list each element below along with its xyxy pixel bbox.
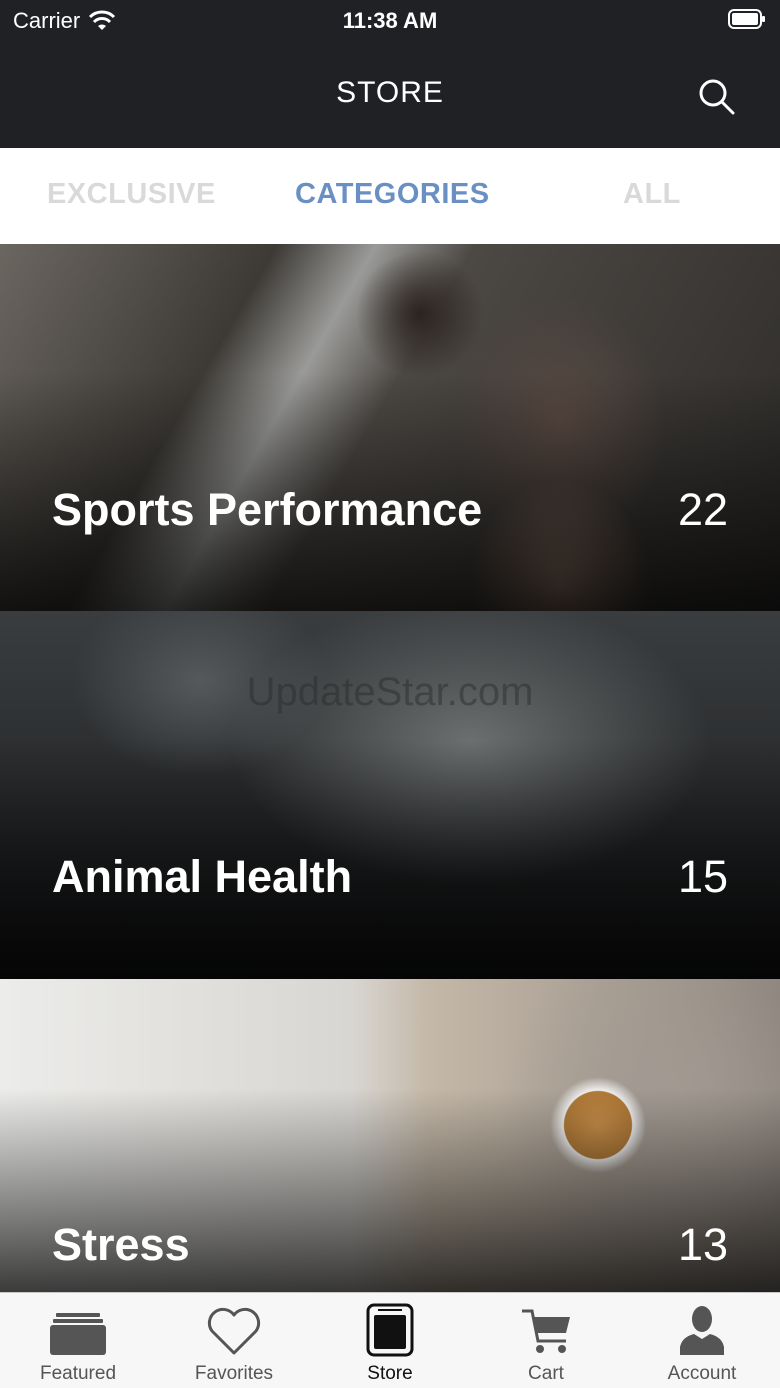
category-card-sports-performance[interactable]: Sports Performance 22 <box>0 244 780 611</box>
status-bar: Carrier 11:38 AM <box>0 0 780 40</box>
tabbar-item-account[interactable]: Account <box>624 1293 780 1388</box>
category-name: Animal Health <box>52 851 353 902</box>
account-icon <box>680 1306 724 1355</box>
cart-icon <box>522 1309 570 1353</box>
tabbar-label: Account <box>667 1363 737 1384</box>
search-icon[interactable] <box>696 76 736 116</box>
watermark: UpdateStar.com <box>246 670 534 714</box>
category-count: 15 <box>677 851 728 902</box>
category-count: 22 <box>677 484 728 535</box>
segment-tabs: EXCLUSIVE CATEGORIES ALL <box>0 148 780 244</box>
tabbar-item-store[interactable]: Store <box>312 1293 468 1388</box>
battery-icon <box>728 9 765 29</box>
tabbar-label: Favorites <box>194 1363 274 1384</box>
card-overlay <box>0 244 780 611</box>
category-name: Sports Performance <box>52 484 483 535</box>
tabbar-label: Store <box>367 1363 413 1384</box>
tabbar-item-featured[interactable]: Featured <box>0 1293 156 1388</box>
tab-exclusive[interactable]: EXCLUSIVE <box>47 178 216 211</box>
category-count: 13 <box>677 1219 728 1270</box>
bottom-tab-bar: Featured Favorites Store Cart Account <box>0 1292 780 1388</box>
featured-icon <box>50 1313 106 1355</box>
category-card-stress[interactable]: Stress 13 <box>0 979 780 1292</box>
tab-categories[interactable]: CATEGORIES <box>295 178 490 211</box>
nav-bar: STORE <box>0 40 780 148</box>
category-name: Stress <box>52 1219 190 1270</box>
tabbar-label: Featured <box>39 1363 117 1384</box>
card-overlay <box>0 611 780 979</box>
tabbar-item-favorites[interactable]: Favorites <box>156 1293 312 1388</box>
heart-icon <box>207 1307 261 1355</box>
tabbar-label: Cart <box>528 1363 564 1384</box>
category-card-animal-health[interactable]: Animal Health 15 <box>0 611 780 979</box>
clock: 11:38 AM <box>342 8 438 33</box>
tabbar-item-cart[interactable]: Cart <box>468 1293 624 1388</box>
store-icon <box>366 1303 414 1357</box>
page-title: STORE <box>336 76 444 109</box>
tab-all[interactable]: ALL <box>623 178 681 211</box>
